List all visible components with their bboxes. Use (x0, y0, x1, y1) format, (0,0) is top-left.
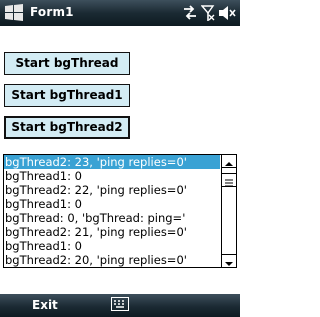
list-item[interactable]: bgThread: 0, 'bgThread: ping=' (4, 211, 220, 225)
start-bgthread-button[interactable]: Start bgThread (4, 52, 130, 75)
list-item[interactable]: bgThread2: 23, 'ping replies=0' (4, 155, 220, 169)
start-menu-icon[interactable] (3, 2, 25, 24)
list-item[interactable]: bgThread1: 0 (4, 239, 220, 253)
list-item[interactable]: bgThread2: 20, 'ping replies=0' (4, 253, 220, 267)
sync-icon[interactable] (182, 4, 198, 22)
scroll-up-button[interactable] (222, 155, 236, 168)
list-item[interactable]: bgThread1: 0 (4, 197, 220, 211)
list-item[interactable]: bgThread2: 22, 'ping replies=0' (4, 183, 220, 197)
scroll-down-button[interactable] (222, 254, 236, 267)
softkey-bar: Exit (0, 294, 240, 317)
vertical-scrollbar[interactable] (221, 155, 236, 267)
grip-icon (225, 179, 233, 187)
title-bar: Form1 (0, 0, 240, 26)
keyboard-icon[interactable] (111, 297, 129, 311)
speaker-muted-icon[interactable] (218, 4, 236, 22)
log-list-items: bgThread2: 23, 'ping replies=0' bgThread… (4, 155, 220, 267)
no-signal-icon[interactable] (201, 4, 215, 22)
log-listbox[interactable]: bgThread2: 23, 'ping replies=0' bgThread… (3, 154, 237, 268)
list-item[interactable]: bgThread2: 21, 'ping replies=0' (4, 225, 220, 239)
window-title: Form1 (30, 5, 74, 19)
exit-softkey[interactable]: Exit (32, 298, 58, 312)
arrow-up-icon (225, 162, 233, 166)
list-item[interactable]: bgThread1: 0 (4, 169, 220, 183)
start-bgthread2-button[interactable]: Start bgThread2 (4, 116, 130, 139)
start-bgthread1-button[interactable]: Start bgThread1 (4, 84, 130, 107)
scroll-thumb[interactable] (222, 173, 236, 187)
arrow-down-icon (225, 262, 233, 266)
